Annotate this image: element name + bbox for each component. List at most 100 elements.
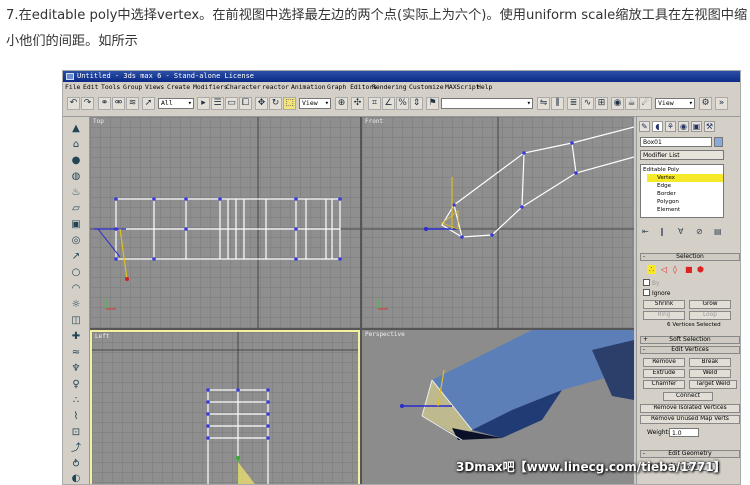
viewport-left[interactable]: Left: [90, 330, 360, 484]
select-manipulate-icon[interactable]: ✣: [351, 97, 364, 110]
pin-stack-icon[interactable]: ⇤: [642, 227, 649, 236]
tool-biped-icon[interactable]: ♀: [70, 379, 82, 391]
menu-edit[interactable]: Edit: [83, 82, 98, 92]
loop-button[interactable]: Loop: [689, 311, 731, 320]
weld-button[interactable]: Weld: [689, 369, 731, 378]
select-object-icon[interactable]: ▸: [197, 97, 210, 110]
menu-graph-editors[interactable]: Graph Editors: [327, 82, 377, 92]
menu-create[interactable]: Create: [167, 82, 190, 92]
edit-vertices-rollout-header[interactable]: - Edit Vertices: [640, 346, 740, 354]
tool-bend-icon[interactable]: ⤴: [70, 443, 82, 455]
tool-twist-icon[interactable]: ⥁: [70, 459, 82, 471]
selection-rollout-header[interactable]: - Selection: [640, 253, 740, 261]
remove-modifier-icon[interactable]: ⊘: [696, 227, 703, 236]
stack-item-polygon[interactable]: Polygon: [657, 198, 679, 206]
tool-ffd-icon[interactable]: ⊡: [70, 427, 82, 439]
menu-animation[interactable]: Animation: [291, 82, 326, 92]
show-end-result-icon[interactable]: ‖: [660, 227, 664, 236]
ring-button[interactable]: Ring: [643, 311, 685, 320]
snap-toggle-icon[interactable]: ⌗: [368, 97, 381, 110]
move-icon[interactable]: ✥: [255, 97, 268, 110]
connect-button[interactable]: Connect: [663, 392, 713, 401]
align-icon[interactable]: ⫼: [551, 97, 564, 110]
window-crossing-icon[interactable]: ⧠: [239, 97, 252, 110]
angle-snap-icon[interactable]: ∠: [382, 97, 395, 110]
named-selection-icon[interactable]: ⚑: [426, 97, 439, 110]
tool-torus-icon[interactable]: ◍: [70, 171, 82, 183]
element-mode-icon[interactable]: ⬢: [697, 265, 704, 274]
menu-character[interactable]: Character: [226, 82, 261, 92]
spinner-snap-icon[interactable]: ⇕: [410, 97, 423, 110]
break-button[interactable]: Break: [689, 358, 731, 367]
stack-item-border[interactable]: Border: [657, 190, 676, 198]
uniform-scale-icon[interactable]: ⬚: [283, 97, 296, 110]
tool-bone-icon[interactable]: ♆: [70, 363, 82, 375]
render-last-icon[interactable]: ⚙: [699, 97, 712, 110]
reference-coordinate-dropdown[interactable]: View: [299, 98, 331, 109]
extrude-button[interactable]: Extrude: [643, 369, 685, 378]
stack-item-editable-poly[interactable]: Editable Poly: [643, 166, 679, 174]
stack-item-edge[interactable]: Edge: [657, 182, 671, 190]
menu-rendering[interactable]: Rendering: [372, 82, 407, 92]
select-icon[interactable]: ➚: [142, 97, 155, 110]
render-scene-icon[interactable]: ☕: [625, 97, 638, 110]
soft-selection-rollout-header[interactable]: + Soft Selection: [640, 336, 740, 344]
tool-arc-icon[interactable]: ◠: [70, 283, 82, 295]
menu-views[interactable]: Views: [145, 82, 164, 92]
select-by-name-icon[interactable]: ☰: [211, 97, 224, 110]
render-type-dropdown[interactable]: View: [655, 98, 695, 109]
ignore-backfacing-checkbox[interactable]: Ignore: [643, 289, 670, 297]
tool-particles-icon[interactable]: ∴: [70, 395, 82, 407]
shrink-button[interactable]: Shrink: [643, 300, 685, 309]
utilities-tab-icon[interactable]: ⚒: [704, 121, 715, 132]
stack-item-vertex[interactable]: Vertex: [647, 174, 723, 182]
tool-sphere-icon[interactable]: ●: [70, 155, 82, 167]
viewport-front[interactable]: Front: [362, 117, 634, 328]
menu-group[interactable]: Group: [123, 82, 142, 92]
mirror-icon[interactable]: ⇋: [537, 97, 550, 110]
tool-render-icon[interactable]: ◐: [70, 473, 82, 484]
modify-tab-icon[interactable]: ◖: [652, 121, 663, 132]
pivot-center-icon[interactable]: ⊕: [335, 97, 348, 110]
redo-icon[interactable]: ↷: [81, 97, 94, 110]
tool-cylinder-icon[interactable]: ⌂: [70, 139, 82, 151]
modifier-list-dropdown[interactable]: Modifier List: [640, 150, 724, 160]
tool-teapot-icon[interactable]: ♨: [70, 187, 82, 199]
hierarchy-tab-icon[interactable]: ⚘: [665, 121, 676, 132]
edge-mode-icon[interactable]: ◁: [661, 265, 667, 274]
material-editor-icon[interactable]: ◉: [611, 97, 624, 110]
polygon-mode-icon[interactable]: ■: [685, 265, 693, 274]
unlink-icon[interactable]: ⚮: [112, 97, 125, 110]
rotate-icon[interactable]: ↻: [269, 97, 282, 110]
stack-item-element[interactable]: Element: [657, 206, 680, 214]
tool-light-icon[interactable]: ☼: [70, 299, 82, 311]
menu-maxscript[interactable]: MAXScript: [445, 82, 480, 92]
undo-icon[interactable]: ↶: [67, 97, 80, 110]
link-icon[interactable]: ⚭: [98, 97, 111, 110]
toolbar-scroll-icon[interactable]: »: [715, 97, 728, 110]
tool-camera-icon[interactable]: ◫: [70, 315, 82, 327]
vertex-mode-icon[interactable]: ∴: [647, 265, 656, 274]
tool-box2-icon[interactable]: ▣: [70, 219, 82, 231]
tool-plane-icon[interactable]: ▱: [70, 203, 82, 215]
motion-tab-icon[interactable]: ◉: [678, 121, 689, 132]
selection-filter-dropdown[interactable]: All: [158, 98, 194, 109]
bind-space-warp-icon[interactable]: ≋: [126, 97, 139, 110]
make-unique-icon[interactable]: ∀: [678, 227, 683, 236]
menu-tools[interactable]: Tools: [101, 82, 120, 92]
border-mode-icon[interactable]: ◊: [673, 265, 677, 274]
percent-snap-icon[interactable]: %: [396, 97, 409, 110]
tool-circle-icon[interactable]: ○: [70, 267, 82, 279]
menu-customize[interactable]: Customize: [409, 82, 444, 92]
grow-button[interactable]: Grow: [689, 300, 731, 309]
configure-sets-icon[interactable]: ▤: [714, 227, 722, 236]
tool-box-icon[interactable]: ▲: [70, 123, 82, 135]
weight-spinner[interactable]: 1.0: [669, 428, 699, 437]
chamfer-button[interactable]: Chamfer: [643, 380, 685, 389]
object-name-field[interactable]: Box01: [640, 137, 712, 147]
tool-helper-icon[interactable]: ✚: [70, 331, 82, 343]
target-weld-button[interactable]: Target Weld: [689, 380, 737, 389]
edit-geometry-rollout-header[interactable]: - Edit Geometry: [640, 450, 740, 458]
object-color-swatch[interactable]: [714, 137, 723, 147]
tool-tube-icon[interactable]: ◎: [70, 235, 82, 247]
